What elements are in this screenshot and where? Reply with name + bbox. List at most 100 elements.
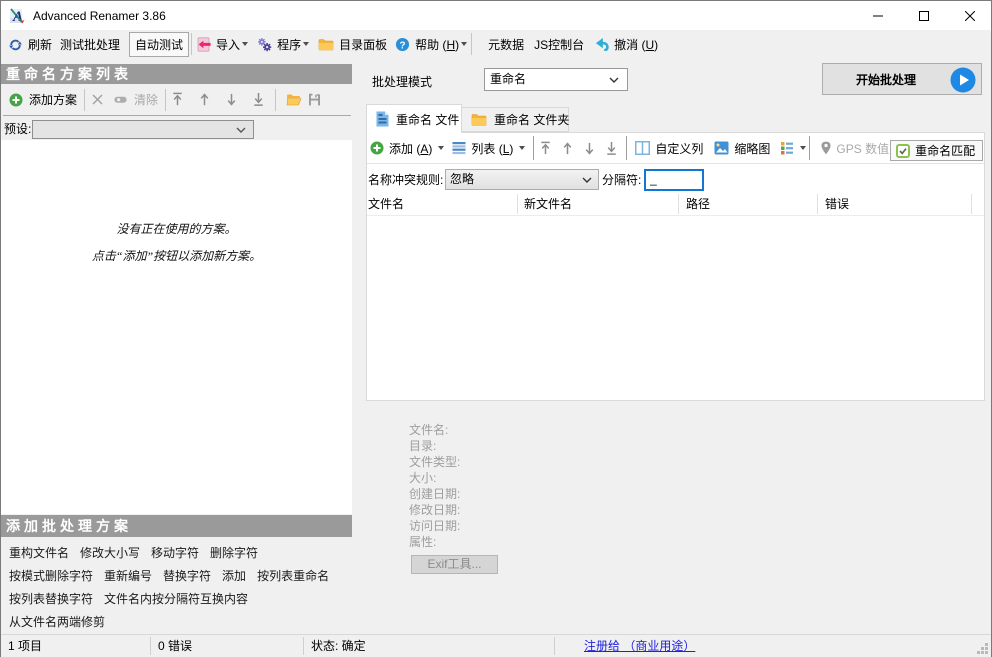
method-link[interactable]: 替换字符 — [163, 567, 211, 584]
method-link[interactable]: 重新编号 — [104, 567, 152, 584]
tab-rename-folders[interactable]: 重命名 文件夹 — [462, 107, 569, 132]
toolbar-separator — [275, 88, 277, 111]
method-link[interactable]: 修改大小写 — [80, 544, 140, 561]
method-link[interactable]: 文件名内按分隔符互换内容 — [104, 590, 248, 607]
info-created-label: 创建日期: — [409, 487, 461, 501]
start-batch-button[interactable]: 开始批处理 — [822, 63, 982, 95]
add-circle-icon — [370, 141, 384, 155]
view-options-button[interactable] — [774, 136, 812, 160]
method-list-header: 重命名方案列表 — [1, 64, 352, 84]
file-table-header: 文件名 新文件名 路径 错误 — [367, 192, 984, 216]
add-batch-method-header: 添加批处理方案 — [1, 515, 352, 537]
gps-values-button[interactable]: GPS 数值 — [815, 136, 895, 160]
toolbar-separator — [809, 136, 811, 160]
info-accessed-label: 访问日期: — [409, 519, 461, 533]
dropdown-caret — [242, 42, 249, 46]
rename-match-toggle[interactable]: 重命名匹配 — [890, 140, 984, 161]
move-bottom-button[interactable] — [245, 88, 272, 112]
play-icon — [950, 67, 976, 93]
column-divider[interactable] — [678, 194, 679, 214]
move-top-button[interactable] — [164, 88, 191, 112]
method-list-area[interactable]: 没有正在使用的方案。 点击“添加”按钮以添加新方案。 — [1, 140, 352, 514]
list-icon — [452, 141, 466, 155]
add-method-button[interactable]: 添加方案 — [4, 88, 82, 112]
column-divider[interactable] — [817, 194, 818, 214]
method-link[interactable]: 按模式删除字符 — [9, 567, 93, 584]
info-directory-label: 目录: — [409, 439, 437, 453]
method-list-toolbar: 添加方案 清除 — [1, 84, 352, 115]
remove-method-button[interactable] — [87, 88, 108, 112]
column-divider[interactable] — [517, 194, 518, 214]
undo-button[interactable]: 撤消 (U) — [589, 32, 664, 56]
register-link[interactable]: 注册给 （商业用途） — [584, 635, 695, 657]
refresh-button[interactable]: 刷新 — [2, 32, 58, 56]
column-divider[interactable] — [971, 194, 972, 214]
statusbar: 1 项目 0 错误 状态: 确定 注册给 （商业用途） — [1, 634, 991, 657]
move-down-button[interactable] — [218, 88, 245, 112]
separator-label: 分隔符: — [602, 173, 642, 187]
tab-rename-files[interactable]: 重命名 文件 — [366, 104, 462, 133]
file-table-body[interactable] — [367, 216, 983, 400]
method-link[interactable]: 从文件名两端修剪 — [9, 613, 105, 630]
method-link[interactable]: 删除字符 — [210, 544, 258, 561]
dropdown-caret — [438, 146, 445, 150]
undo-icon — [595, 37, 609, 51]
column-header-error[interactable]: 错误 — [817, 192, 971, 216]
move-bottom-button[interactable] — [600, 136, 622, 160]
test-batch-button[interactable]: 测试批处理 — [54, 32, 126, 56]
batch-mode-combobox[interactable]: 重命名 — [484, 68, 628, 91]
move-up-button[interactable] — [556, 136, 578, 160]
close-button[interactable] — [947, 1, 992, 31]
auto-test-button[interactable]: 自动测试 — [129, 31, 190, 57]
remove-x-icon — [92, 94, 103, 105]
minimize-button[interactable] — [855, 1, 901, 31]
conflict-rule-combobox[interactable]: 忽略 — [445, 169, 599, 190]
main-toolbar: 刷新 测试批处理 自动测试 导入 程序 目录面板 ? 帮助 (H) 元数据 JS… — [1, 30, 990, 58]
help-button[interactable]: ? 帮助 (H) — [389, 32, 473, 56]
dropdown-caret — [519, 146, 526, 150]
arrow-top-icon — [541, 141, 550, 154]
js-console-button[interactable]: JS控制台 — [528, 32, 590, 56]
app-window: A Advanced Renamer 3.86 — [0, 0, 992, 657]
status-divider — [150, 637, 151, 655]
arrow-bottom-icon — [607, 141, 616, 155]
method-link[interactable]: 按列表替换字符 — [9, 590, 93, 607]
list-button[interactable]: 列表 (L) — [446, 136, 531, 160]
resize-grip[interactable] — [975, 641, 989, 655]
file-list-page: 添加 (A) 列表 (L) 自定义列 缩略图 GPS 数值 重命名匹配 名称冲突… — [366, 132, 985, 401]
colored-list-icon — [780, 141, 794, 155]
folder-icon — [471, 113, 487, 127]
method-link[interactable]: 移动字符 — [151, 544, 199, 561]
arrow-up-icon — [200, 93, 209, 106]
clear-methods-button[interactable]: 清除 — [108, 88, 163, 112]
program-button[interactable]: 程序 — [251, 32, 315, 56]
import-button[interactable]: 导入 — [191, 32, 254, 56]
move-top-button[interactable] — [534, 136, 556, 160]
exif-tool-button[interactable]: Exif工具... — [411, 555, 498, 574]
preset-combobox[interactable] — [32, 120, 254, 139]
save-methods-button[interactable] — [303, 88, 326, 112]
dropdown-caret — [461, 42, 468, 46]
add-files-button[interactable]: 添加 (A) — [364, 136, 450, 160]
metadata-button[interactable]: 元数据 — [482, 32, 530, 56]
files-toolbar: 添加 (A) 列表 (L) 自定义列 缩略图 GPS 数值 重命名匹配 — [367, 133, 984, 164]
thumbnails-button[interactable]: 缩略图 — [708, 136, 776, 160]
move-up-button[interactable] — [191, 88, 218, 112]
batch-mode-label: 批处理模式 — [372, 75, 433, 89]
move-down-button[interactable] — [578, 136, 600, 160]
method-link[interactable]: 按列表重命名 — [257, 567, 329, 584]
custom-columns-button[interactable]: 自定义列 — [629, 136, 709, 160]
window-title: Advanced Renamer 3.86 — [33, 9, 166, 23]
titlebar: A Advanced Renamer 3.86 — [1, 1, 991, 31]
import-icon — [197, 36, 211, 52]
column-header-filename[interactable]: 文件名 — [367, 192, 517, 216]
method-link[interactable]: 重构文件名 — [9, 544, 69, 561]
maximize-button[interactable] — [901, 1, 947, 31]
status-errors: 0 错误 — [158, 639, 193, 653]
column-header-path[interactable]: 路径 — [678, 192, 817, 216]
separator-input[interactable] — [644, 169, 704, 191]
method-link[interactable]: 添加 — [222, 567, 246, 584]
directory-panel-button[interactable]: 目录面板 — [312, 32, 393, 56]
column-header-newfilename[interactable]: 新文件名 — [517, 192, 678, 216]
checkbox-checked-icon — [896, 143, 911, 158]
